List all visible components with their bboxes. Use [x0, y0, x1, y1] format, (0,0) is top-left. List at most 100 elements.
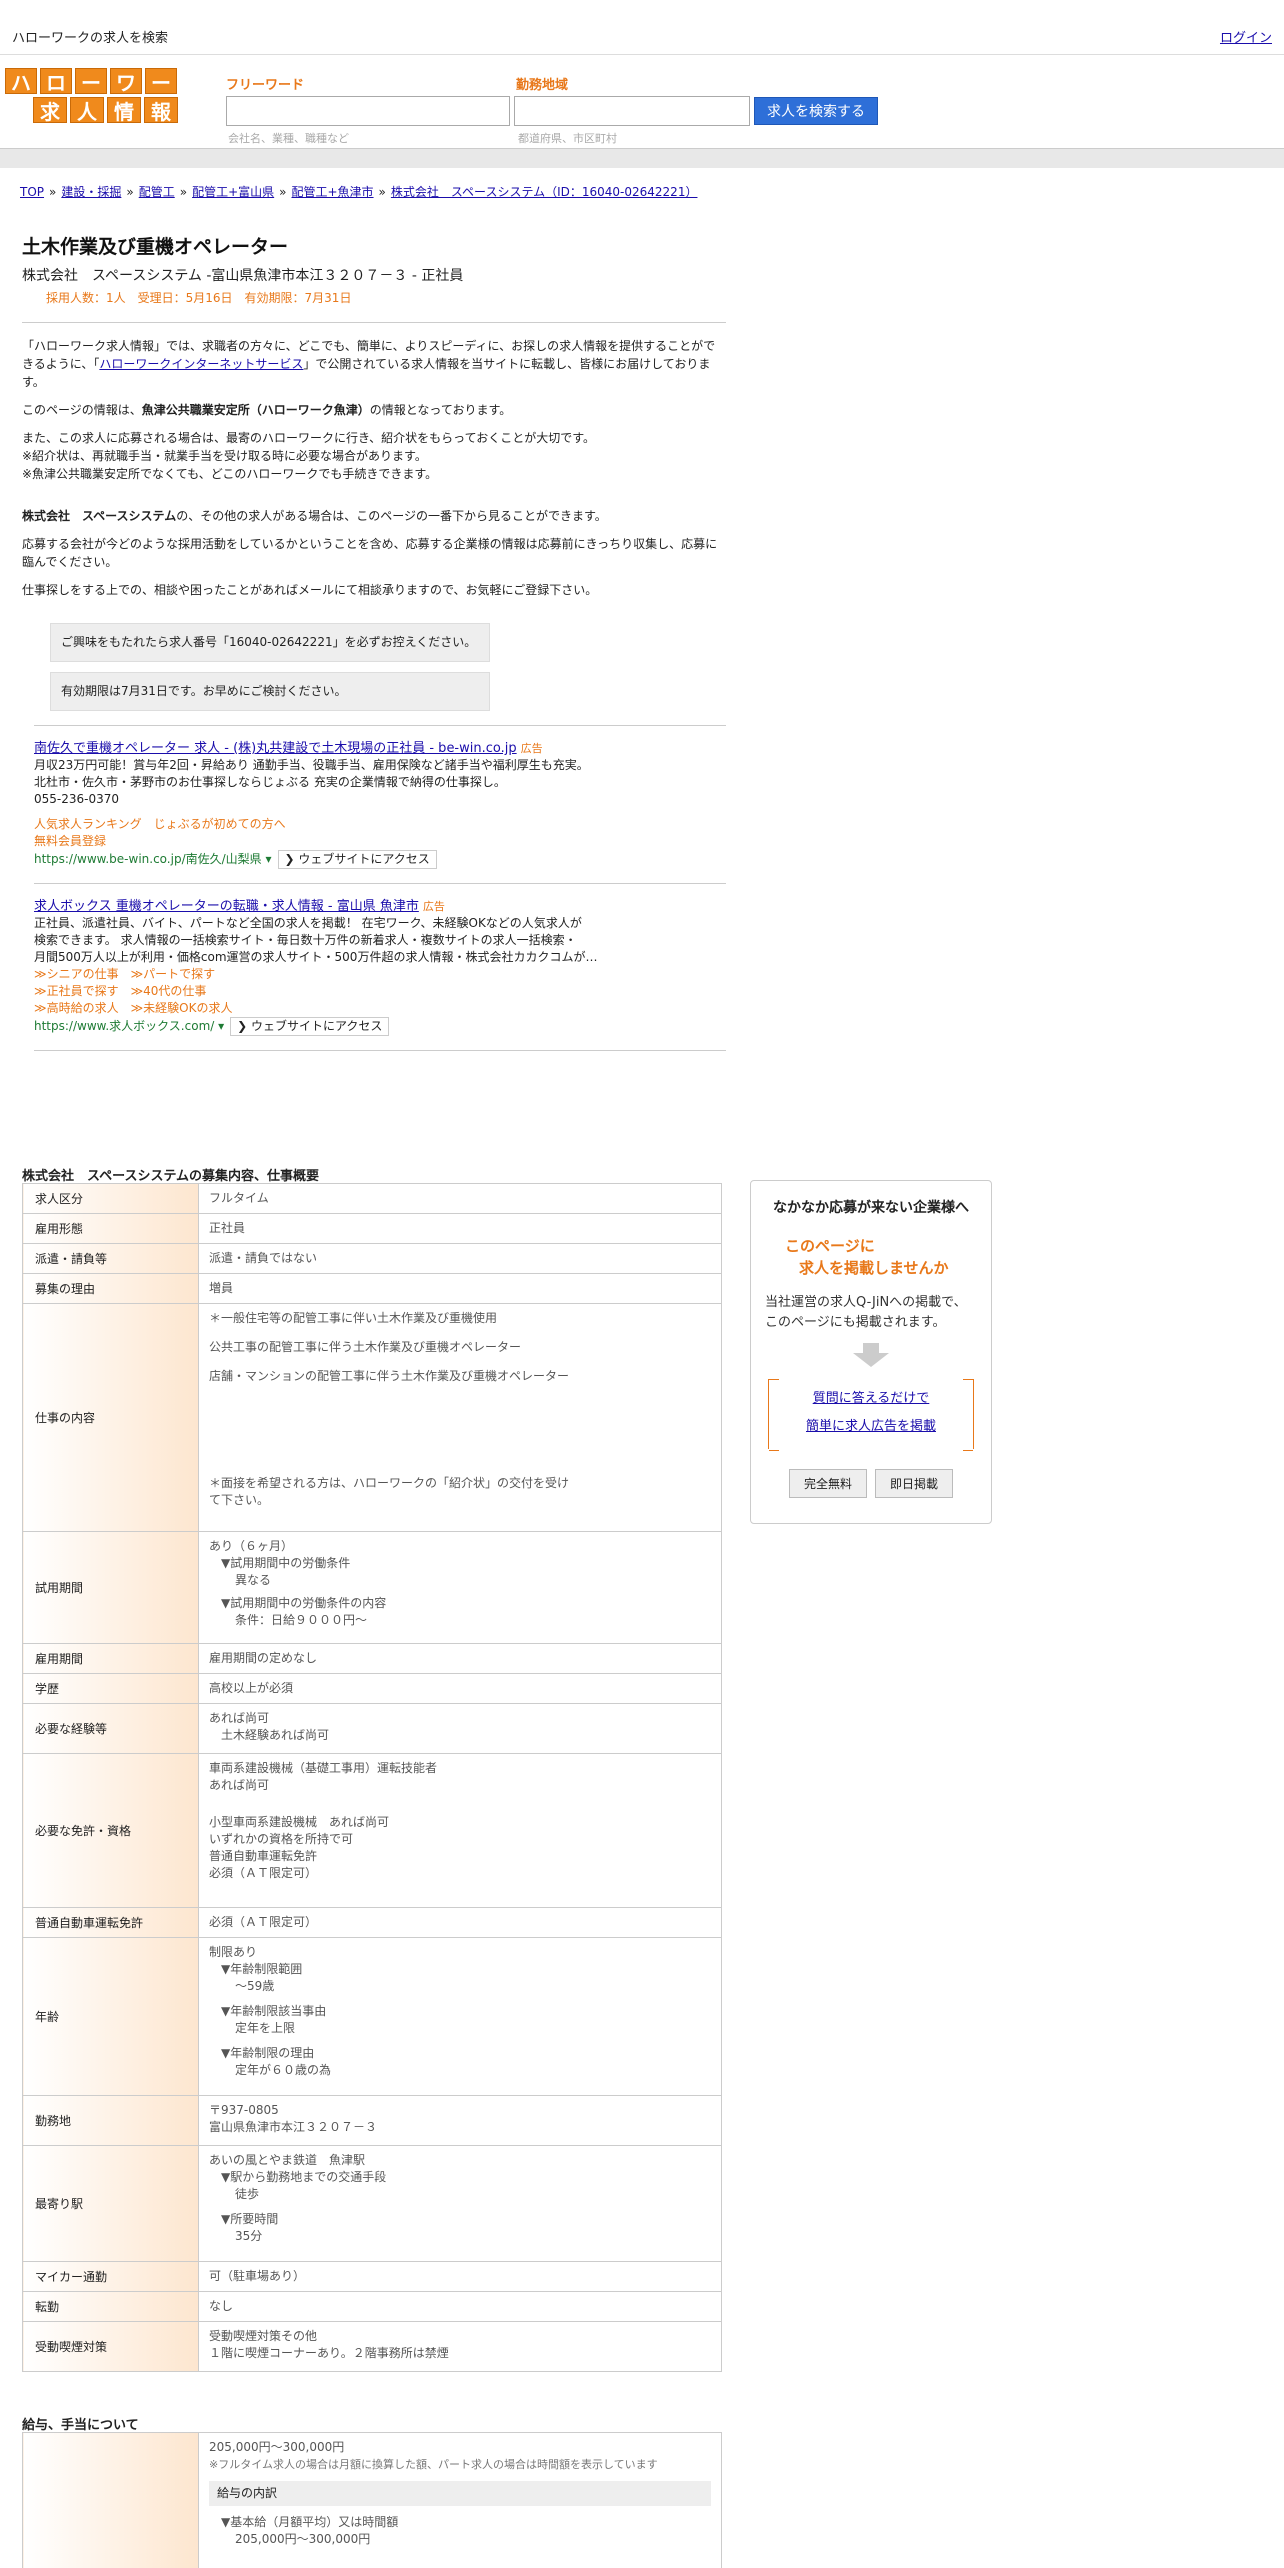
salary-table: 205,000円〜300,000円 ※フルタイム求人の場合は月額に換算した額、パ… — [22, 2432, 722, 2568]
table-row: 派遣・請負等 派遣・請負ではない — [22, 1243, 722, 1274]
ad-title-link[interactable]: 求人ボックス 重機オペレーターの転職・求人情報 - 富山県 魚津市 — [34, 899, 419, 914]
arrow-down-icon — [863, 1343, 879, 1353]
table-row: マイカー通勤 可（駐車場あり） — [22, 2261, 722, 2292]
intro-paragraph: 「ハローワーク求人情報」では、求職者の方々に、どこでも、簡単に、よりスピーディに… — [22, 339, 716, 389]
table-row: 求人区分 フルタイム — [22, 1183, 722, 1214]
breadcrumb-link[interactable]: TOP — [20, 185, 44, 199]
job-title: 土木作業及び重機オペレーター — [22, 236, 289, 258]
other-jobs-paragraph: 株式会社 スペースシステムの、その他の求人がある場合は、このページの一番下から見… — [22, 509, 607, 523]
ad-text: 正社員、派遣社員、バイト、パートなど全国の求人を掲載！ 在宅ワーク、未経験OKな… — [34, 916, 582, 930]
breadcrumb-link[interactable]: 配管工+魚津市 — [291, 185, 373, 199]
ad-badge: 広告 — [422, 900, 445, 913]
salary-title: 給与、手当について — [22, 2418, 139, 2433]
table-row: 受動喫煙対策 受動喫煙対策その他 １階に喫煙コーナーあり。２階事務所は禁煙 — [22, 2321, 722, 2372]
base-salary-value: 205,000円〜300,000円 — [235, 2532, 371, 2546]
table-row: 普通自動車運転免許 必須（ＡＴ限定可） — [22, 1907, 722, 1938]
ad-block: 南佐久で重機オペレーター 求人 - (株)丸共建設で土木現場の正社員 - be-… — [34, 740, 726, 869]
ad-text: 月収23万円可能！賞与年2回・昇給あり 通勤手当、役職手当、雇用保険など諸手当や… — [34, 758, 589, 772]
free-button[interactable]: 完全無料 — [788, 1469, 867, 1498]
table-row: 仕事の内容 ＊一般住宅等の配管工事に伴い土木作業及び重機使用 公共工事の配管工事… — [22, 1303, 722, 1532]
hellowork-internet-link[interactable]: ハローワークインターネットサービス — [99, 357, 303, 371]
divider — [22, 322, 726, 323]
ad-block: 求人ボックス 重機オペレーターの転職・求人情報 - 富山県 魚津市 広告 正社員、… — [34, 898, 726, 1036]
logo-char: ハ — [5, 68, 37, 95]
ad-sitelink[interactable]: ≫高時給の求人 ≫未経験OKの求人 — [34, 1001, 232, 1015]
job-number-notice: ご興味をもたれたら求人番号「16040-02642221」を必ずお控えください。 — [50, 623, 490, 662]
main-content: 土木作業及び重機オペレーター 株式会社 スペースシステム -富山県魚津市本江３２… — [22, 232, 726, 1065]
breadcrumb-link[interactable]: 株式会社 スペースシステム（ID：16040-02642221） — [391, 185, 698, 199]
ad-sitelink[interactable]: 人気求人ランキング じょぶるが初めての方へ — [34, 817, 286, 831]
table-row: 勤務地 〒937-0805 富山県魚津市本江３２０７－３ — [22, 2095, 722, 2146]
top-bar: ハローワークの求人を検索 ログイン — [0, 0, 1284, 55]
logo-char: 求 — [33, 97, 67, 124]
ad-url[interactable]: https://www.求人ボックス.com/ — [34, 1019, 214, 1033]
logo-char: 報 — [144, 97, 178, 124]
ad-visit-button[interactable]: ❯ ウェブサイトにアクセス — [230, 1017, 390, 1036]
divider — [34, 883, 726, 884]
site-title: ハローワークの求人を検索 — [12, 31, 169, 46]
logo-char: ワ — [110, 68, 142, 95]
salary-range: 205,000円〜300,000円 — [209, 2440, 345, 2454]
table-row: 募集の理由 増員 — [22, 1273, 722, 1304]
ad-visit-button[interactable]: ❯ ウェブサイトにアクセス — [277, 850, 437, 869]
table-row: 必要な免許・資格 車両系建設機械（基礎工事用）運転技能者 あれば尚可 小型車両系… — [22, 1753, 722, 1908]
search-button[interactable]: 求人を検索する — [754, 97, 878, 125]
area-label: 勤務地域 — [516, 78, 569, 93]
keyword-input[interactable] — [226, 96, 510, 126]
divider — [34, 725, 726, 726]
logo-char: ロ — [40, 68, 72, 95]
ad-badge: 広告 — [520, 742, 543, 755]
breadcrumb-link[interactable]: 建設・採掘 — [61, 185, 121, 199]
table-row: 雇用期間 雇用期間の定めなし — [22, 1643, 722, 1674]
ad-sitelink[interactable]: ≫正社員で探す ≫40代の仕事 — [34, 984, 206, 998]
keyword-hint: 会社名、業種、職種など — [228, 132, 349, 145]
employer-promo-panel: なかなか応募が来ない企業様へ このページに 求人を掲載しませんか 当社運営の求人… — [750, 1180, 992, 1524]
table-row: 転勤 なし — [22, 2291, 722, 2322]
table-row: 雇用形態 正社員 — [22, 1213, 722, 1244]
source-paragraph: このページの情報は、魚津公共職業安定所（ハローワーク魚津）の情報となっております… — [22, 403, 512, 417]
area-hint: 都道府県、市区町村 — [518, 132, 617, 145]
area-input[interactable] — [514, 96, 750, 126]
logo-char: ー — [75, 68, 107, 95]
ad-title-link[interactable]: 南佐久で重機オペレーター 求人 - (株)丸共建設で土木現場の正社員 - be-… — [34, 741, 517, 756]
ad-phone[interactable]: 055-236-0370 — [34, 792, 119, 806]
logo-row-top: ハ ロ ー ワ ー — [5, 68, 180, 95]
table-row: 205,000円〜300,000円 ※フルタイム求人の場合は月額に換算した額、パ… — [22, 2432, 722, 2568]
table-row: 学歴 高校以上が必須 — [22, 1673, 722, 1704]
company-line: 株式会社 スペースシステム -富山県魚津市本江３２０７－３ - 正社員 — [22, 268, 464, 284]
breadcrumb-link[interactable]: 配管工+富山県 — [192, 185, 274, 199]
summary-title: 株式会社 スペースシステムの募集内容、仕事概要 — [22, 1169, 320, 1184]
ad-text: 北杜市・佐久市・茅野市のお仕事探しならじょぶる 充実の企業情報で納得の仕事探し。 — [34, 775, 506, 789]
site-logo[interactable]: ハ ロ ー ワ ー 求 人 情 報 — [5, 68, 180, 126]
divider — [34, 1050, 726, 1051]
job-meta: 採用人数：1人 受理日：5月16日 有効期限：7月31日 — [46, 291, 352, 305]
table-row: 試用期間 あり（６ヶ月） ▼試用期間中の労働条件 異なる ▼試用期間中の労働条件… — [22, 1531, 722, 1644]
salary-breakdown-title: 給与の内訳 — [209, 2481, 711, 2506]
table-row: 最寄り駅 あいの風とやま鉄道 魚津駅 ▼駅から勤務地までの交通手段 徒歩 ▼所要… — [22, 2145, 722, 2262]
logo-char: 情 — [107, 97, 141, 124]
breadcrumb: TOP» 建設・採掘» 配管工» 配管工+富山県» 配管工+魚津市» 株式会社 スペースシ… — [20, 185, 698, 199]
promo-link[interactable]: 簡単に求人広告を掲載 — [806, 1419, 936, 1434]
expiry-notice: 有効期限は7月31日です。お早めにご検討ください。 — [50, 672, 490, 711]
ad-text: 月間500万人以上が利用・価格com運営の求人サイト・500万件超の求人情報・株… — [34, 950, 598, 964]
salary-note: ※フルタイム求人の場合は月額に換算した額、パート求人の場合は時間額を表示していま… — [209, 2458, 658, 2471]
login-link[interactable]: ログイン — [1220, 27, 1272, 46]
ad-sitelink[interactable]: 無料会員登録 — [34, 834, 106, 848]
referral-paragraph: また、この求人に応募される場合は、最寄のハローワークに行き、紹介状をもらっておく… — [22, 431, 596, 481]
table-row: 必要な経験等 あれば尚可 土木経験あれば尚可 — [22, 1703, 722, 1754]
logo-char: ー — [145, 68, 177, 95]
header-divider — [0, 148, 1284, 168]
breadcrumb-link[interactable]: 配管工 — [139, 185, 175, 199]
promo-catchcopy: このページに 求人を掲載しませんか — [785, 1237, 949, 1277]
advice-paragraph: 応募する会社が今どのような採用活動をしているかということを含め、応募する企業様の… — [22, 537, 718, 569]
same-day-button[interactable]: 即日掲載 — [875, 1469, 954, 1498]
logo-char: 人 — [70, 97, 104, 124]
table-row: 年齢 制限あり ▼年齢制限範囲 ～59歳 ▼年齢制限該当事由 定年を上限 ▼年齢… — [22, 1937, 722, 2096]
logo-row-bottom: 求 人 情 報 — [5, 97, 180, 124]
promo-link[interactable]: 質問に答えるだけで — [813, 1391, 930, 1406]
summary-table: 求人区分 フルタイム 雇用形態 正社員 派遣・請負等 派遣・請負ではない 募集の理由増… — [22, 1183, 722, 2372]
promo-title: なかなか応募が来ない企業様へ — [773, 1200, 969, 1216]
ad-sitelink[interactable]: ≫シニアの仕事 ≫パートで探す — [34, 967, 215, 981]
ad-url[interactable]: https://www.be-win.co.jp/南佐久/山梨県 — [34, 852, 262, 866]
consult-paragraph: 仕事探しをする上での、相談や困ったことがあればメールにて相談承りますので、お気軽… — [22, 583, 598, 597]
